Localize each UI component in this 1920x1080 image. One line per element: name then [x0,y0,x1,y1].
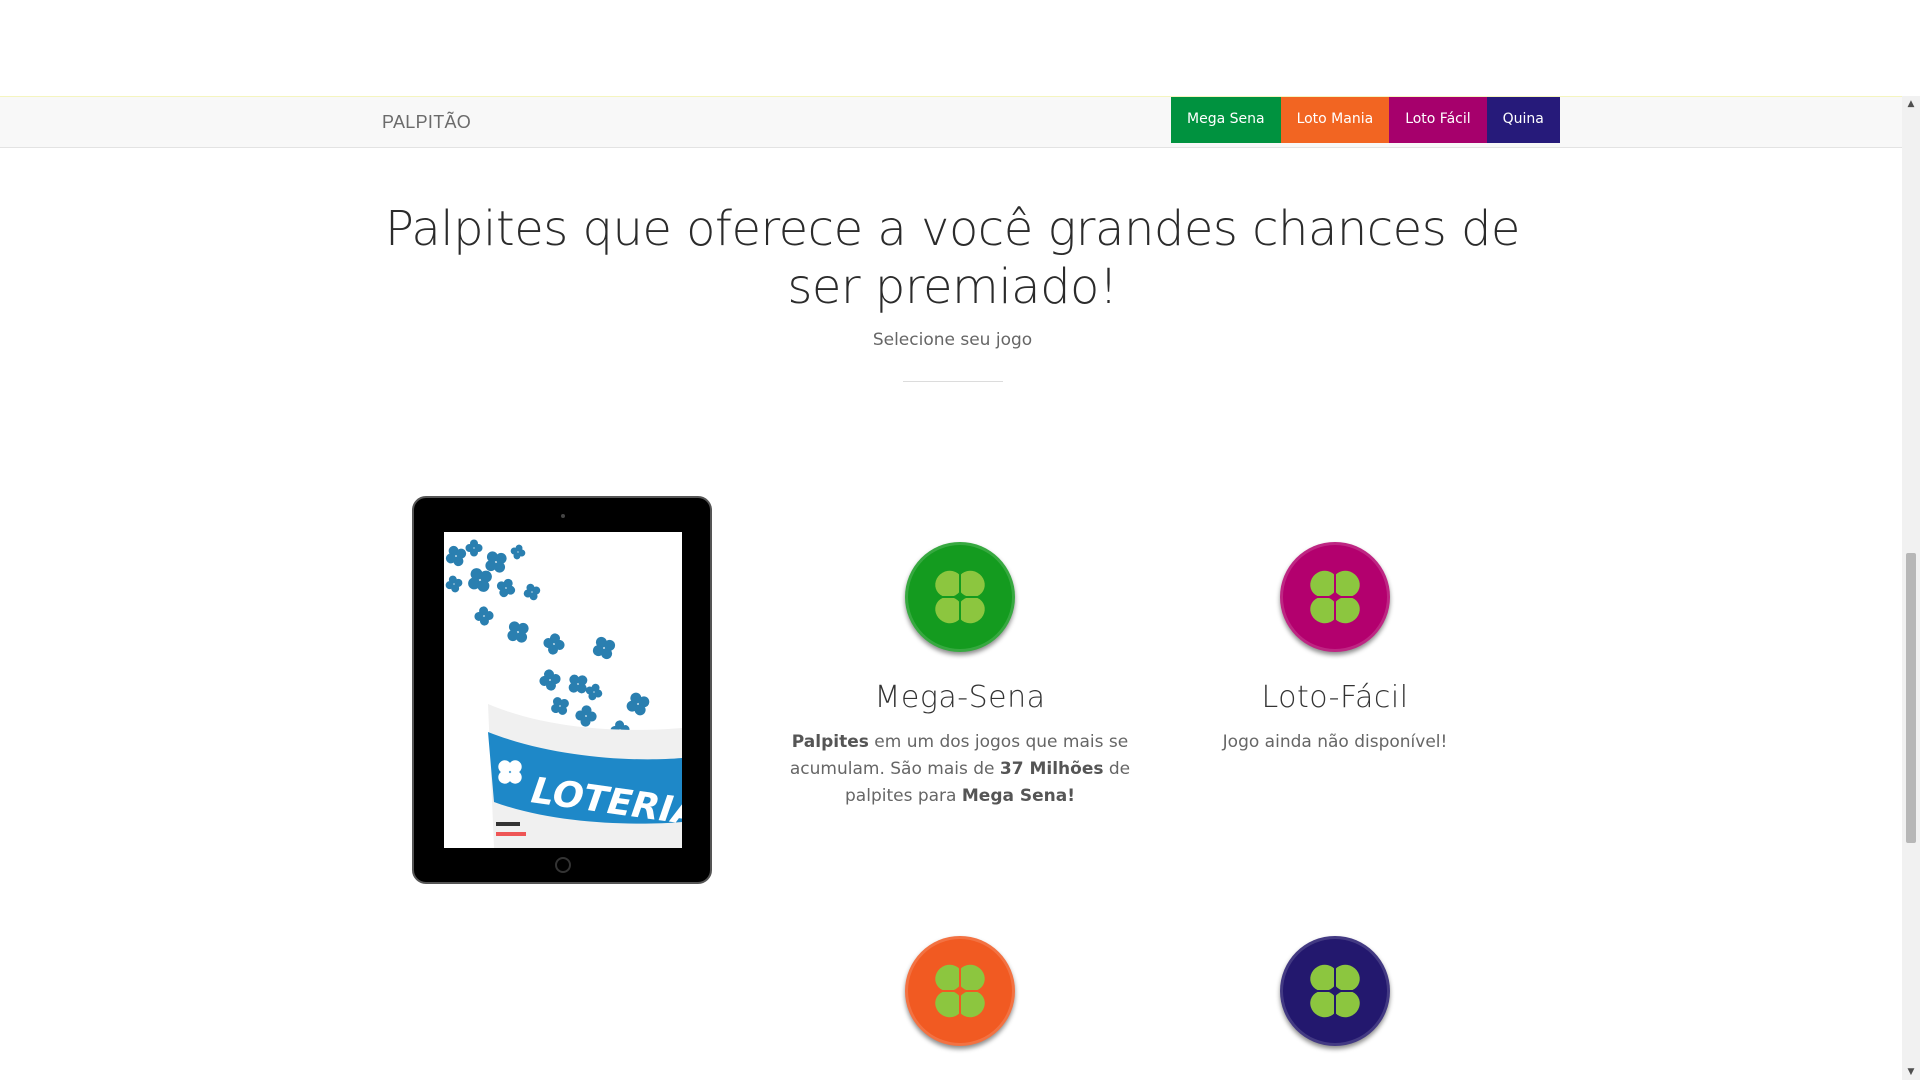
game-card-loto-mania [780,936,1140,1046]
tablet-illustration: LOTERIAS [412,496,712,884]
loto-mania-badge[interactable] [905,936,1015,1046]
clover-icon [1310,964,1360,1018]
loto-facil-badge[interactable] [1280,542,1390,652]
navbar: PALPITÃO Mega Sena Loto Mania Loto Fácil… [0,96,1902,148]
nav-button-loto-facil[interactable]: Loto Fácil [1389,97,1487,143]
page-scrollbar[interactable]: ▲ ▼ [1902,96,1920,1080]
clover-icon [935,570,985,624]
tablet-home-button [555,857,571,873]
desc-bold-millions: 37 Milhões [999,759,1104,779]
brand-logo[interactable]: PALPITÃO [382,112,471,133]
nav-button-loto-mania[interactable]: Loto Mania [1280,97,1390,143]
game-description: Jogo ainda não disponível! [1222,732,1448,752]
page-subtitle: Selecione seu jogo [872,330,1033,350]
scroll-thumb[interactable] [1906,553,1916,843]
tablet-screen: LOTERIAS [444,532,682,848]
clover-icon [935,964,985,1018]
game-card-loto-facil: Loto-Fácil Jogo ainda não disponível! [1155,542,1515,756]
scroll-down-arrow-icon[interactable]: ▼ [1902,1064,1920,1080]
page-title: Palpites que oferece a você grandes chan… [385,201,1520,315]
quina-badge[interactable] [1280,936,1390,1046]
loterias-image: LOTERIAS [444,537,682,848]
game-card-quina [1155,936,1515,1046]
game-description: Palpites em um dos jogos que mais se acu… [780,729,1140,810]
game-title: Mega-Sena [874,680,1046,715]
desc-bold-palpites: Palpites [791,732,869,752]
tablet-camera [561,514,565,518]
mega-sena-badge[interactable] [905,542,1015,652]
scroll-up-arrow-icon[interactable]: ▲ [1902,96,1920,112]
game-nav: Mega Sena Loto Mania Loto Fácil Quina [1171,97,1560,143]
divider [903,381,1003,382]
clover-icon [1310,570,1360,624]
desc-bold-mega-sena: Mega Sena! [961,786,1075,806]
game-card-mega-sena: Mega-Sena Palpites em um dos jogos que m… [780,542,1140,810]
nav-button-mega-sena[interactable]: Mega Sena [1171,97,1281,143]
nav-button-quina[interactable]: Quina [1486,97,1560,143]
game-title: Loto-Fácil [1261,680,1409,715]
